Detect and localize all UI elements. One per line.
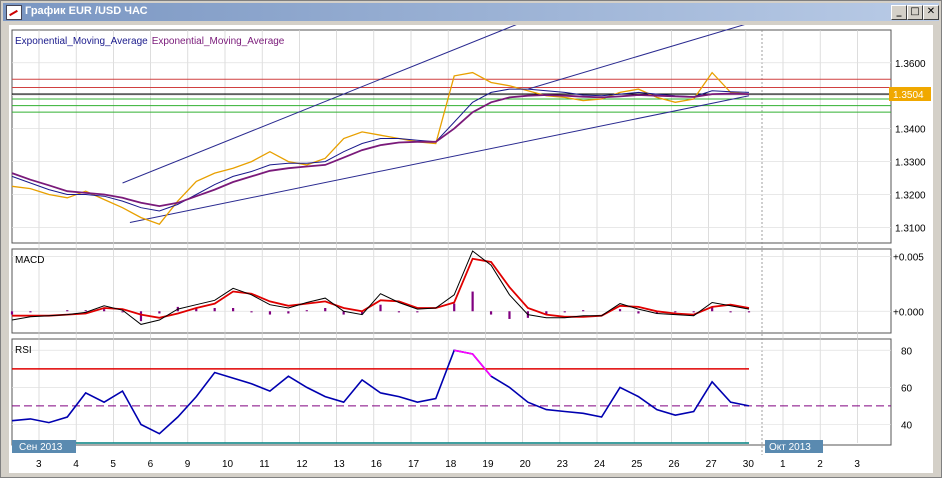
- x-tick-label: 13: [334, 459, 346, 470]
- macd-tick-label: +0.000: [893, 307, 924, 318]
- chart-icon: [6, 5, 22, 20]
- macd-panel-frame: [11, 248, 892, 334]
- rsi-series: [11, 349, 891, 444]
- x-tick-label: 20: [520, 459, 532, 470]
- x-tick-label: 12: [296, 459, 308, 470]
- ema-fast-line: [11, 88, 750, 212]
- chart-svg[interactable]: 1.36001.35001.34001.33001.32001.3100+0.0…: [9, 19, 933, 473]
- x-tick-label: 24: [594, 459, 606, 470]
- rsi-line: [11, 349, 750, 435]
- x-tick-label: 3: [854, 459, 860, 470]
- rsi-label: RSI: [15, 345, 32, 356]
- price-tick-label: 1.3600: [895, 59, 926, 70]
- price-panel-frame: [11, 29, 892, 244]
- x-tick-label: 18: [445, 459, 457, 470]
- x-tick-label: 3: [36, 459, 42, 470]
- price-tick-label: 1.3400: [895, 125, 926, 136]
- x-tick-label: 26: [668, 459, 680, 470]
- x-tick-label: 17: [408, 459, 420, 470]
- x-tick-label: 16: [371, 459, 383, 470]
- price-legend: Exponential_Moving_Average Exponential_Mo…: [15, 36, 285, 47]
- date-right: Окт 2013: [769, 442, 811, 453]
- x-axis-labels: 3 4 5 6 9 10 11 12 13 16 17 18 19 20 23 24 25 26 27 30 1 2 3: [36, 459, 860, 470]
- price-tick-label: 1.3100: [895, 223, 926, 234]
- chart-window: График EUR /USD ЧАС _ □ ✕ 1.36001.35001.…: [0, 0, 942, 478]
- macd-label: MACD: [15, 255, 44, 266]
- date-left: Сен 2013: [19, 442, 63, 453]
- x-tick-label: 19: [482, 459, 494, 470]
- x-tick-label: 2: [817, 459, 823, 470]
- rsi-tick-label: 60: [901, 383, 913, 394]
- x-tick-label: 11: [259, 459, 270, 470]
- legend-ema-2: Exponential_Moving_Average: [152, 36, 285, 47]
- channel-line-upper: [122, 19, 529, 184]
- price-series: [11, 71, 750, 225]
- current-price-label: 1.3504: [893, 90, 924, 101]
- macd-tick-label: +0.005: [893, 252, 924, 263]
- x-tick-label: 6: [148, 459, 154, 470]
- x-tick-label: 10: [222, 459, 234, 470]
- ema-slow-line: [11, 92, 750, 208]
- price-tick-label: 1.3200: [895, 191, 926, 202]
- y-axis-labels: 1.36001.35001.34001.33001.32001.3100+0.0…: [893, 59, 926, 432]
- price-tick-label: 1.3300: [895, 158, 926, 169]
- chart-area[interactable]: 1.36001.35001.34001.33001.32001.3100+0.0…: [9, 19, 933, 473]
- x-tick-label: 25: [631, 459, 643, 470]
- x-tick-label: 30: [743, 459, 755, 470]
- minimize-button[interactable]: _: [891, 5, 907, 20]
- channel-line-lower: [129, 95, 750, 224]
- close-button[interactable]: ✕: [923, 5, 939, 20]
- x-tick-label: 5: [110, 459, 116, 470]
- rsi-tick-label: 40: [901, 420, 913, 431]
- x-tick-label: 1: [780, 459, 786, 470]
- x-tick-label: 9: [185, 459, 191, 470]
- legend-ema-1: Exponential_Moving_Average: [15, 36, 148, 47]
- title-bar[interactable]: График EUR /USD ЧАС _ □ ✕: [3, 3, 939, 21]
- x-tick-label: 4: [73, 459, 79, 470]
- rsi-tick-label: 80: [901, 346, 913, 357]
- trend-channel: [122, 19, 750, 224]
- macd-series: [10, 250, 751, 325]
- x-tick-label: 23: [557, 459, 569, 470]
- window-title: График EUR /USD ЧАС: [25, 5, 148, 17]
- x-tick-label: 27: [706, 459, 718, 470]
- maximize-button[interactable]: □: [907, 5, 923, 20]
- rsi-panel-frame: [11, 338, 892, 446]
